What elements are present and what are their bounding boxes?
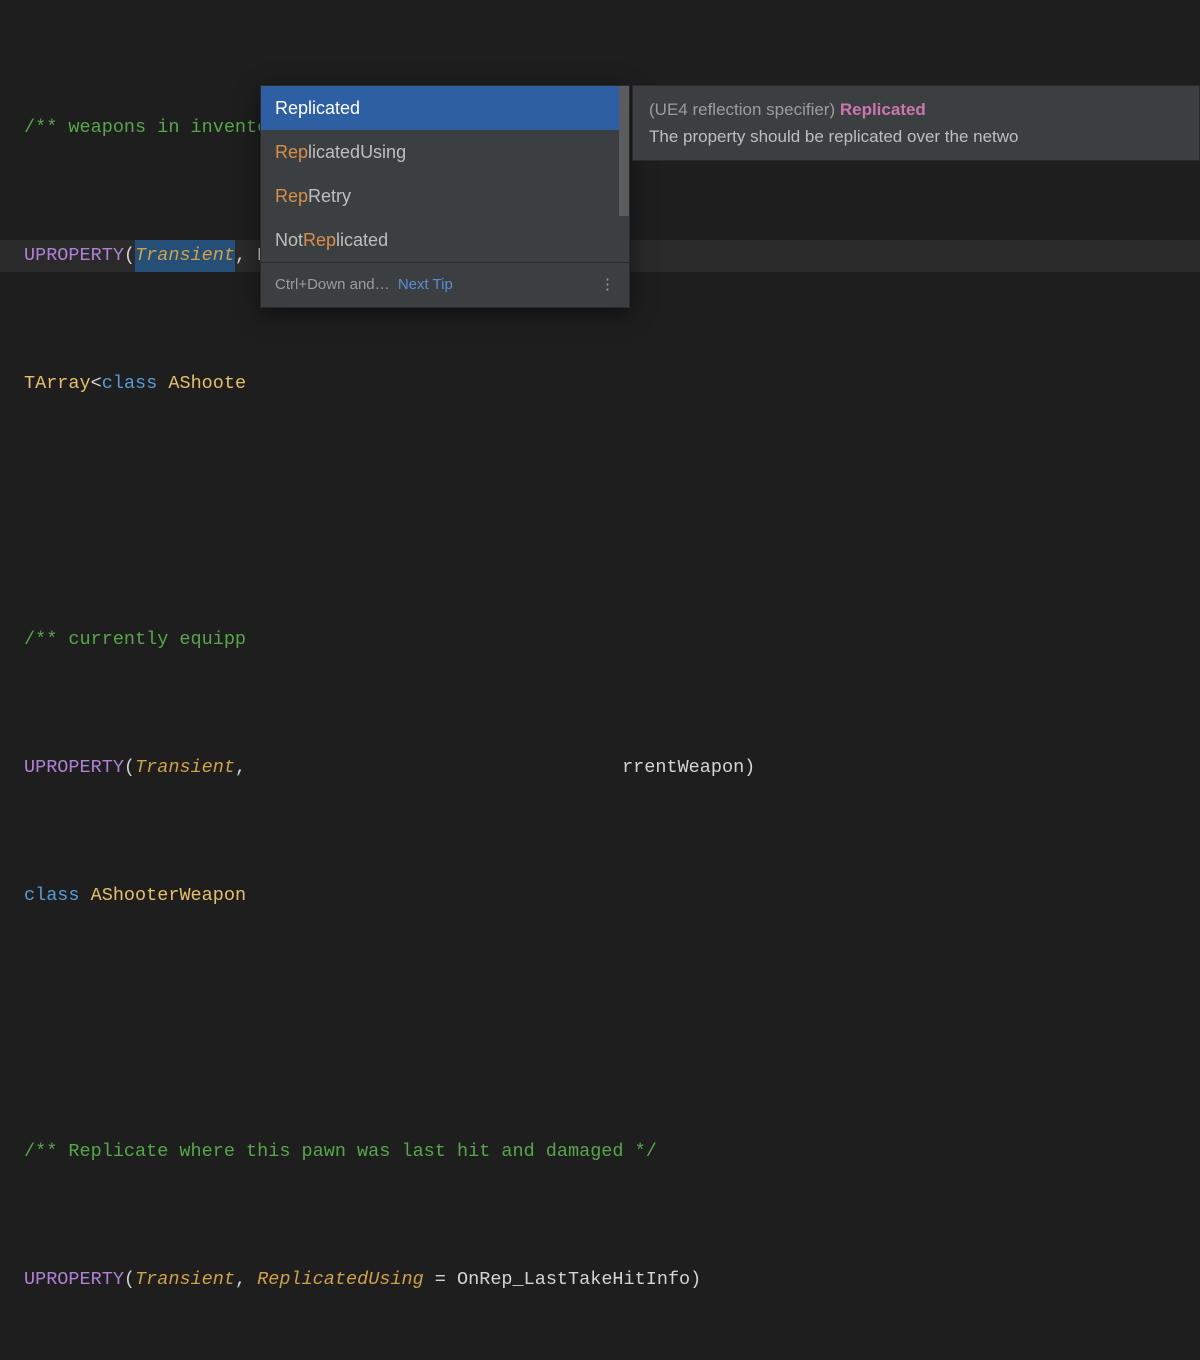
autocomplete-popup[interactable]: Replicated ReplicatedUsing RepRetry NotR…: [260, 85, 630, 308]
doc-body: The property should be replicated over t…: [649, 123, 1183, 150]
doc-name: Replicated: [840, 100, 926, 119]
kebab-icon[interactable]: ⋮: [600, 282, 615, 288]
doc-tooltip: (UE4 reflection specifier) Replicated Th…: [632, 85, 1200, 161]
autocomplete-item-replicated[interactable]: Replicated: [261, 86, 629, 130]
next-tip-link[interactable]: Next Tip: [398, 276, 453, 293]
autocomplete-hint: Ctrl+Down and…: [275, 276, 390, 293]
autocomplete-item-repretry[interactable]: RepRetry: [261, 174, 629, 218]
autocomplete-item-replicatedusing[interactable]: ReplicatedUsing: [261, 130, 629, 174]
popup-scrollbar[interactable]: [619, 86, 629, 216]
autocomplete-footer: Ctrl+Down and… Next Tip ⋮: [261, 262, 629, 307]
selection-highlight: Transient: [135, 240, 235, 272]
macro: UPROPERTY: [24, 245, 124, 266]
autocomplete-item-notreplicated[interactable]: NotReplicated: [261, 218, 629, 262]
doc-kind: (UE4 reflection specifier): [649, 100, 840, 119]
